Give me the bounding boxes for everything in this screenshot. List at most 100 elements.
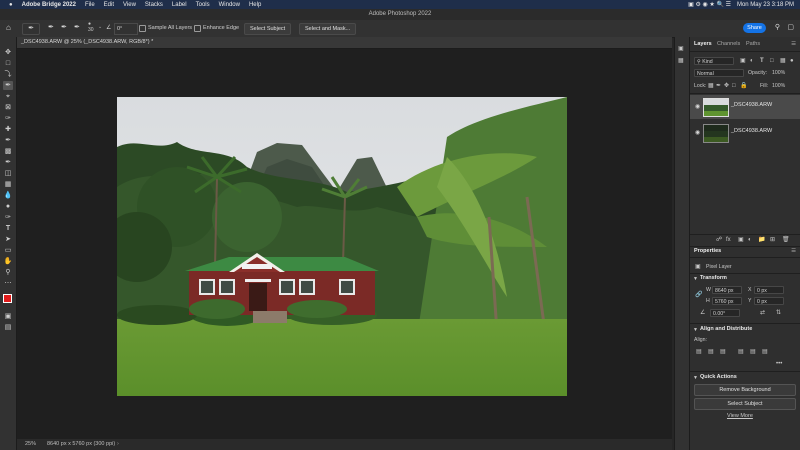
enhance-edge-checkbox[interactable] (194, 25, 201, 32)
filter-type-icon[interactable]: T (760, 57, 764, 65)
pen-tool-icon[interactable]: ✑ (3, 213, 13, 222)
menu-help[interactable]: Help (249, 2, 261, 8)
status-chevron-icon[interactable]: › (117, 439, 119, 450)
align-center-vertical-icon[interactable]: ▤ (750, 348, 756, 356)
align-top-icon[interactable]: ▤ (738, 348, 744, 356)
align-center-horizontal-icon[interactable]: ▤ (708, 348, 714, 356)
type-tool-icon[interactable]: T (3, 224, 13, 233)
document-tab-title[interactable]: _DSC4938.ARW @ 25% (_DSC4938.ARW, RGB/8*… (21, 37, 153, 48)
align-bottom-icon[interactable]: ▤ (762, 348, 768, 356)
home-icon[interactable]: ⌂ (6, 23, 11, 32)
document-tab[interactable]: _DSC4938.ARW @ 25% (_DSC4938.ARW, RGB/8*… (17, 37, 672, 49)
path-selection-tool-icon[interactable]: ➤ (3, 235, 13, 244)
more-tools-icon[interactable]: ⋯ (3, 279, 13, 288)
properties-menu-icon[interactable]: ☰ (791, 247, 796, 256)
group-icon[interactable]: 📁 (758, 236, 765, 244)
align-distribute-title[interactable]: Align and Distribute (700, 326, 752, 332)
lock-artboard-icon[interactable]: □ (732, 82, 736, 90)
filter-shape-icon[interactable]: □ (770, 57, 774, 65)
blend-mode-select[interactable]: Normal (694, 69, 744, 77)
angle-field[interactable]: 0° (114, 23, 138, 35)
properties-title[interactable]: Properties (694, 247, 721, 256)
transform-chevron-icon[interactable]: ▼ (693, 275, 698, 283)
flip-horizontal-icon[interactable]: ⇄ (760, 309, 765, 317)
layer-row[interactable]: ◉ _DSC4938.ARW (690, 121, 800, 145)
subtract-from-selection-icon[interactable]: ✒ (74, 23, 80, 31)
search-icon[interactable]: ⚲ (775, 23, 780, 31)
foreground-color-swatch[interactable] (3, 294, 12, 303)
select-and-mask-button[interactable]: Select and Mask... (299, 23, 357, 35)
eraser-tool-icon[interactable]: ◫ (3, 169, 13, 178)
screen-mode-icon[interactable]: ▤ (3, 323, 13, 332)
quick-mask-icon[interactable]: ▣ (3, 312, 13, 321)
zoom-level[interactable]: 25% (25, 439, 36, 450)
tab-channels[interactable]: Channels (717, 40, 740, 49)
tab-layers[interactable]: Layers (694, 40, 712, 49)
adjustment-layer-icon[interactable]: ◐ (748, 236, 752, 244)
visibility-eye-icon[interactable]: ◉ (695, 103, 700, 110)
clone-stamp-tool-icon[interactable]: ▩ (3, 147, 13, 156)
gradient-tool-icon[interactable]: ▦ (3, 180, 13, 189)
quick-selection-preset-icon[interactable]: ✒ (22, 23, 40, 35)
sample-all-layers-checkbox[interactable] (139, 25, 146, 32)
layers-panel-menu-icon[interactable]: ☰ (791, 40, 796, 49)
height-field[interactable]: 5760 px (712, 297, 742, 305)
lock-all-icon[interactable]: 🔒 (740, 82, 747, 90)
link-dimensions-icon[interactable]: 🔗 (695, 291, 702, 299)
rectangle-tool-icon[interactable]: ▭ (3, 246, 13, 255)
align-chevron-icon[interactable]: ▼ (693, 326, 698, 334)
menu-tools[interactable]: Tools (196, 2, 210, 8)
align-right-icon[interactable]: ▤ (720, 348, 726, 356)
apple-menu-icon[interactable]: ● (9, 2, 13, 8)
menu-file[interactable]: File (85, 2, 95, 8)
history-panel-icon[interactable]: ▣ (678, 45, 684, 53)
move-tool-icon[interactable]: ✥ (3, 48, 13, 57)
align-left-icon[interactable]: ▤ (696, 348, 702, 356)
frame-tool-icon[interactable]: ⊠ (3, 103, 13, 112)
width-field[interactable]: 8640 px (712, 286, 742, 294)
layer-row-selected[interactable]: ◉ _DSC4938.ARW (690, 95, 800, 119)
marquee-tool-icon[interactable]: □ (3, 59, 13, 68)
menu-app-name[interactable]: Adobe Bridge 2022 (22, 2, 76, 8)
quick-actions-title[interactable]: Quick Actions (700, 374, 737, 380)
menu-edit[interactable]: Edit (104, 2, 114, 8)
zoom-tool-icon[interactable]: ⚲ (3, 268, 13, 277)
layer-filter-kind[interactable]: ⚲ Kind (694, 57, 734, 65)
new-layer-icon[interactable]: ⊞ (770, 236, 775, 244)
view-more-link[interactable]: View More (727, 413, 753, 419)
brush-size[interactable]: 30 (88, 27, 94, 33)
lock-transparent-icon[interactable]: ▦ (708, 82, 714, 90)
lasso-tool-icon[interactable]: ⤵ (3, 70, 13, 79)
delete-layer-icon[interactable]: 🗑 (782, 236, 790, 244)
status-icons[interactable]: ▣ ⚙ ◉ ★ 🔍 ☰ (688, 1, 731, 8)
more-align-options[interactable]: ••• (776, 360, 782, 368)
healing-brush-tool-icon[interactable]: ✚ (3, 125, 13, 134)
menubar-datetime[interactable]: Mon May 23 3:18 PM (737, 2, 794, 8)
y-field[interactable]: 0 px (754, 297, 784, 305)
lock-position-icon[interactable]: ✥ (724, 82, 729, 90)
new-selection-icon[interactable]: ✒ (48, 23, 54, 31)
select-subject-quick-button[interactable]: Select Subject (694, 398, 796, 410)
dodge-tool-icon[interactable]: ● (3, 202, 13, 211)
crop-tool-icon[interactable]: ⌖ (3, 92, 13, 101)
hand-tool-icon[interactable]: ✋ (3, 257, 13, 266)
filter-smart-object-icon[interactable]: ▦ (780, 57, 786, 65)
tab-paths[interactable]: Paths (746, 40, 760, 49)
eyedropper-tool-icon[interactable]: ✑ (3, 114, 13, 123)
menu-stacks[interactable]: Stacks (145, 2, 163, 8)
document-image[interactable] (117, 97, 567, 396)
x-field[interactable]: 0 px (754, 286, 784, 294)
visibility-eye-icon[interactable]: ◉ (695, 129, 700, 136)
transform-title[interactable]: Transform (700, 275, 727, 281)
blur-tool-icon[interactable]: 💧 (3, 191, 13, 200)
history-brush-tool-icon[interactable]: ✒ (3, 158, 13, 167)
link-layers-icon[interactable]: ☍ (716, 236, 722, 244)
menu-window[interactable]: Window (219, 2, 240, 8)
quick-selection-tool-icon[interactable]: ✒ (3, 81, 13, 90)
add-to-selection-icon[interactable]: ✒ (61, 23, 67, 31)
layer-name[interactable]: _DSC4938.ARW (731, 102, 772, 108)
fill-value[interactable]: 100% (772, 82, 785, 90)
lock-image-icon[interactable]: ✒ (716, 82, 721, 90)
workspace-icon[interactable]: ▢ (787, 23, 794, 31)
layer-name[interactable]: _DSC4938.ARW (731, 128, 772, 134)
